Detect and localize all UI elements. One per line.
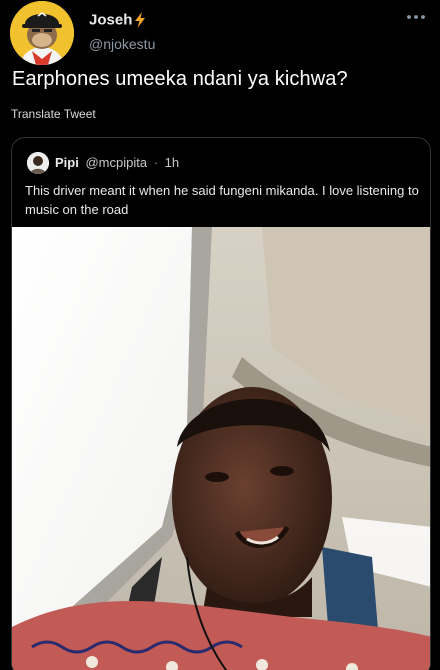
author-name[interactable]: Joseh: [89, 11, 147, 29]
car-selfie-photo: [12, 227, 430, 670]
author-name-text[interactable]: Joseh: [89, 12, 132, 29]
lightning-bolt-icon: [135, 12, 146, 29]
translate-tweet-link[interactable]: Translate Tweet: [11, 107, 96, 121]
quoted-author-handle[interactable]: @mcpipita: [85, 155, 147, 170]
tweet-text: Earphones umeeka ndani ya kichwa?: [12, 68, 348, 90]
quoted-tweet-text: This driver meant it when he said fungen…: [25, 183, 419, 217]
quoted-tweet-header: Pipi @mcpipita · 1h: [55, 155, 179, 170]
more-options-icon[interactable]: [404, 10, 428, 24]
author-handle[interactable]: @njokestu: [89, 36, 155, 52]
quoted-tweet-time[interactable]: 1h: [165, 155, 179, 170]
quoted-tweet-photo[interactable]: [12, 227, 430, 670]
ape-avatar-icon: [10, 1, 74, 65]
quoted-author-name[interactable]: Pipi: [55, 155, 79, 170]
separator-dot: ·: [153, 155, 159, 170]
quoted-author-avatar[interactable]: [27, 152, 49, 174]
tweet[interactable]: Joseh @njokestu Earphones umeeka ndani y…: [0, 0, 440, 670]
quoted-tweet-card[interactable]: Pipi @mcpipita · 1h This driver meant it…: [11, 137, 431, 670]
person-avatar-icon: [27, 152, 49, 174]
author-avatar[interactable]: [10, 1, 74, 65]
